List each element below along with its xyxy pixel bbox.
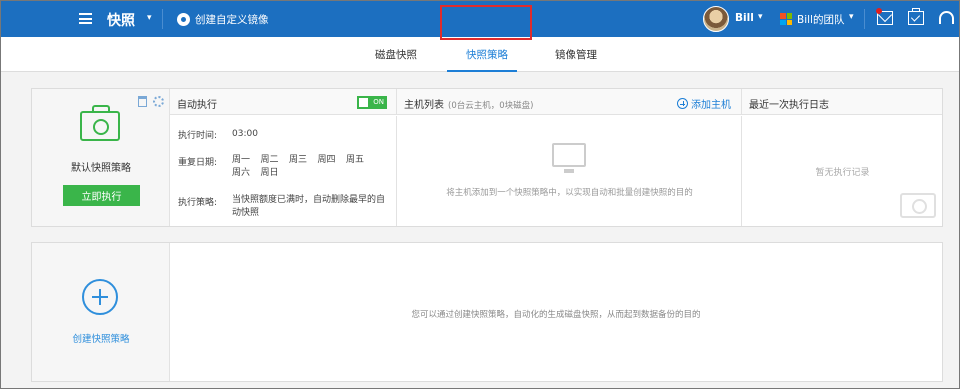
policy-name: 默认快照策略 [71, 163, 131, 174]
day-item: 周六 [232, 168, 251, 178]
camera-icon [80, 105, 120, 141]
policy-card: 默认快照策略 立即执行 自动执行 ON 主机列表 (0台云主机，0块磁盘) 添加主… [31, 88, 943, 227]
active-tab-indicator [447, 70, 517, 72]
create-policy-label[interactable]: 创建快照策略 [32, 331, 170, 345]
menu-icon[interactable] [79, 13, 92, 24]
host-list-body: 将主机添加到一个快照策略中，以实现自动和批量创建快照的目的 [396, 116, 741, 226]
day-item: 周二 [260, 155, 279, 165]
day-item: 周五 [346, 155, 365, 165]
clipboard-check-icon[interactable] [908, 11, 924, 25]
repeat-days: 周一 周二 周三 周四 周五 周六 周日 [232, 154, 382, 180]
add-host-label: 添加主机 [691, 100, 731, 111]
day-item: 周三 [289, 155, 308, 165]
chevron-down-icon[interactable]: ▾ [147, 13, 152, 23]
app-title[interactable]: 快照 [107, 10, 135, 30]
log-title: 最近一次执行日志 [749, 100, 829, 111]
team-chevron-down-icon[interactable]: ▾ [849, 12, 854, 22]
add-host-button[interactable]: 添加主机 [677, 96, 731, 111]
strategy-value: 当快照额度已满时，自动删除最早的自动快照 [232, 195, 386, 218]
log-header: 最近一次执行日志 [741, 89, 942, 115]
create-policy-hint: 您可以通过创建快照策略，自动化的生成磁盘快照，从而起到数据备份的目的 [411, 310, 701, 320]
avatar[interactable] [703, 6, 729, 32]
day-item: 周四 [317, 155, 336, 165]
team-name[interactable]: Bill的团队 [797, 12, 844, 27]
auto-exec-details: 执行时间: 03:00 重复日期: 周一 周二 周三 周四 周五 周六 周日 执… [170, 116, 396, 226]
tab-image-management[interactable]: 镜像管理 [555, 47, 597, 62]
host-list-count: (0台云主机，0块磁盘) [448, 101, 534, 111]
monitor-icon [552, 143, 586, 173]
exec-time-key: 执行时间: [178, 131, 218, 141]
log-empty-text: 暂无执行记录 [815, 168, 870, 178]
user-name[interactable]: Bill [735, 12, 754, 24]
host-list-title: 主机列表 [404, 100, 444, 111]
gear-icon[interactable] [153, 96, 164, 107]
day-item: 周日 [260, 168, 279, 178]
notification-dot [876, 8, 882, 14]
create-policy-card: 创建快照策略 您可以通过创建快照策略，自动化的生成磁盘快照，从而起到数据备份的目… [31, 242, 943, 382]
headset-icon[interactable] [939, 11, 954, 24]
divider [864, 9, 865, 29]
image-icon [177, 13, 190, 26]
exec-time-value: 03:00 [232, 129, 258, 139]
tab-disk-snapshot[interactable]: 磁盘快照 [375, 47, 417, 62]
create-custom-image-label: 创建自定义镜像 [195, 14, 269, 26]
tab-bar: 磁盘快照 快照策略 镜像管理 [1, 37, 959, 72]
create-policy-button[interactable]: 创建快照策略 [32, 243, 170, 381]
auto-exec-title: 自动执行 [177, 100, 217, 111]
policy-summary: 默认快照策略 立即执行 [32, 89, 170, 226]
run-now-button[interactable]: 立即执行 [63, 185, 140, 206]
team-icon [780, 13, 792, 25]
divider [162, 9, 163, 29]
repeat-days-key: 重复日期: [178, 158, 218, 168]
plus-circle-icon[interactable] [82, 279, 118, 315]
create-custom-image-button[interactable]: 创建自定义镜像 [177, 12, 269, 27]
camera-watermark-icon [900, 193, 936, 218]
host-empty-text: 将主机添加到一个快照策略中，以实现自动和批量创建快照的目的 [446, 188, 693, 198]
auto-exec-toggle[interactable]: ON [357, 96, 387, 109]
user-chevron-down-icon[interactable]: ▾ [758, 12, 763, 22]
tab-snapshot-policy[interactable]: 快照策略 [466, 47, 508, 62]
highlight-box [440, 5, 532, 40]
strategy-key: 执行策略: [178, 198, 218, 208]
plus-circle-icon [677, 98, 688, 109]
clipboard-clip [912, 8, 920, 12]
log-body: 暂无执行记录 [741, 116, 942, 226]
trash-icon[interactable] [138, 96, 147, 107]
day-item: 周一 [232, 155, 251, 165]
